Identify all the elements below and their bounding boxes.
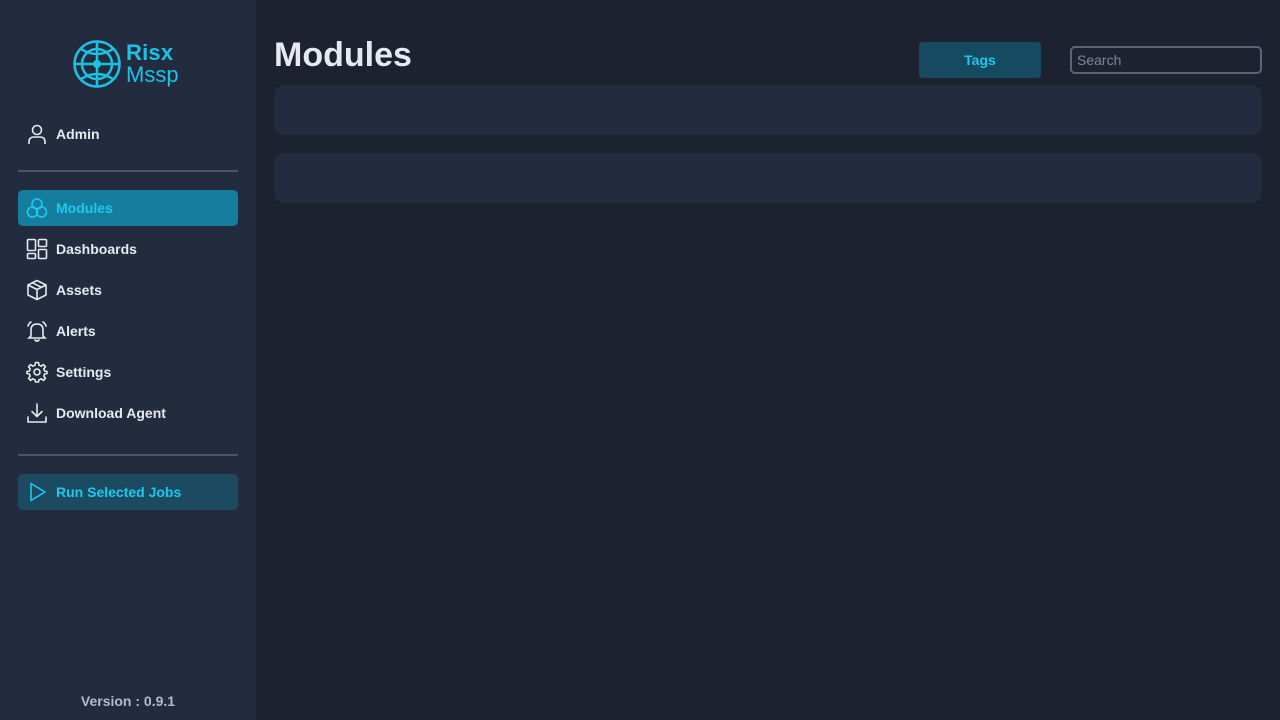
brand-line1: Risx [126, 40, 174, 65]
sidebar-divider-top [18, 170, 238, 172]
search-box [1070, 46, 1262, 74]
sidebar-item-assets[interactable]: Assets [18, 272, 238, 308]
user-label: Admin [56, 126, 100, 142]
user-icon [26, 123, 48, 145]
module-card[interactable] [274, 153, 1262, 203]
sidebar-divider-bottom [18, 454, 238, 456]
sidebar-item-dashboards[interactable]: Dashboards [18, 231, 238, 267]
run-selected-jobs-button[interactable]: Run Selected Jobs [18, 474, 238, 510]
sidebar-item-label: Download Agent [56, 405, 166, 421]
globe-logo-icon [73, 40, 121, 88]
sidebar-item-label: Settings [56, 364, 112, 380]
module-card[interactable] [274, 85, 1262, 135]
modules-icon [26, 197, 48, 219]
bell-icon [26, 320, 48, 342]
sidebar-item-label: Alerts [56, 323, 96, 339]
sidebar-item-modules[interactable]: Modules [18, 190, 238, 226]
user-menu-admin[interactable]: Admin [18, 116, 238, 152]
brand-line2: Mssp [126, 62, 179, 87]
gear-icon [26, 361, 48, 383]
search-input[interactable] [1072, 48, 1258, 72]
app-window: Risx Mssp Admin Modules Dashboards Asset… [0, 0, 1280, 720]
sidebar-item-label: Modules [56, 200, 113, 216]
version-label: Version : 0.9.1 [80, 693, 176, 709]
sidebar-item-label: Dashboards [56, 241, 137, 257]
page-title: Modules [274, 36, 412, 74]
play-icon [26, 481, 48, 503]
sidebar-item-download-agent[interactable]: Download Agent [18, 395, 238, 431]
dashboards-icon [26, 238, 48, 260]
run-selected-jobs-label: Run Selected Jobs [56, 484, 182, 500]
tags-button[interactable]: Tags [919, 42, 1041, 78]
brand-text: Risx Mssp [126, 42, 179, 86]
download-icon [26, 402, 48, 424]
sidebar: Risx Mssp Admin Modules Dashboards Asset… [0, 0, 256, 720]
brand-logo[interactable]: Risx Mssp [72, 38, 192, 90]
box-icon [26, 279, 48, 301]
sidebar-item-label: Assets [56, 282, 102, 298]
sidebar-item-alerts[interactable]: Alerts [18, 313, 238, 349]
sidebar-item-settings[interactable]: Settings [18, 354, 238, 390]
